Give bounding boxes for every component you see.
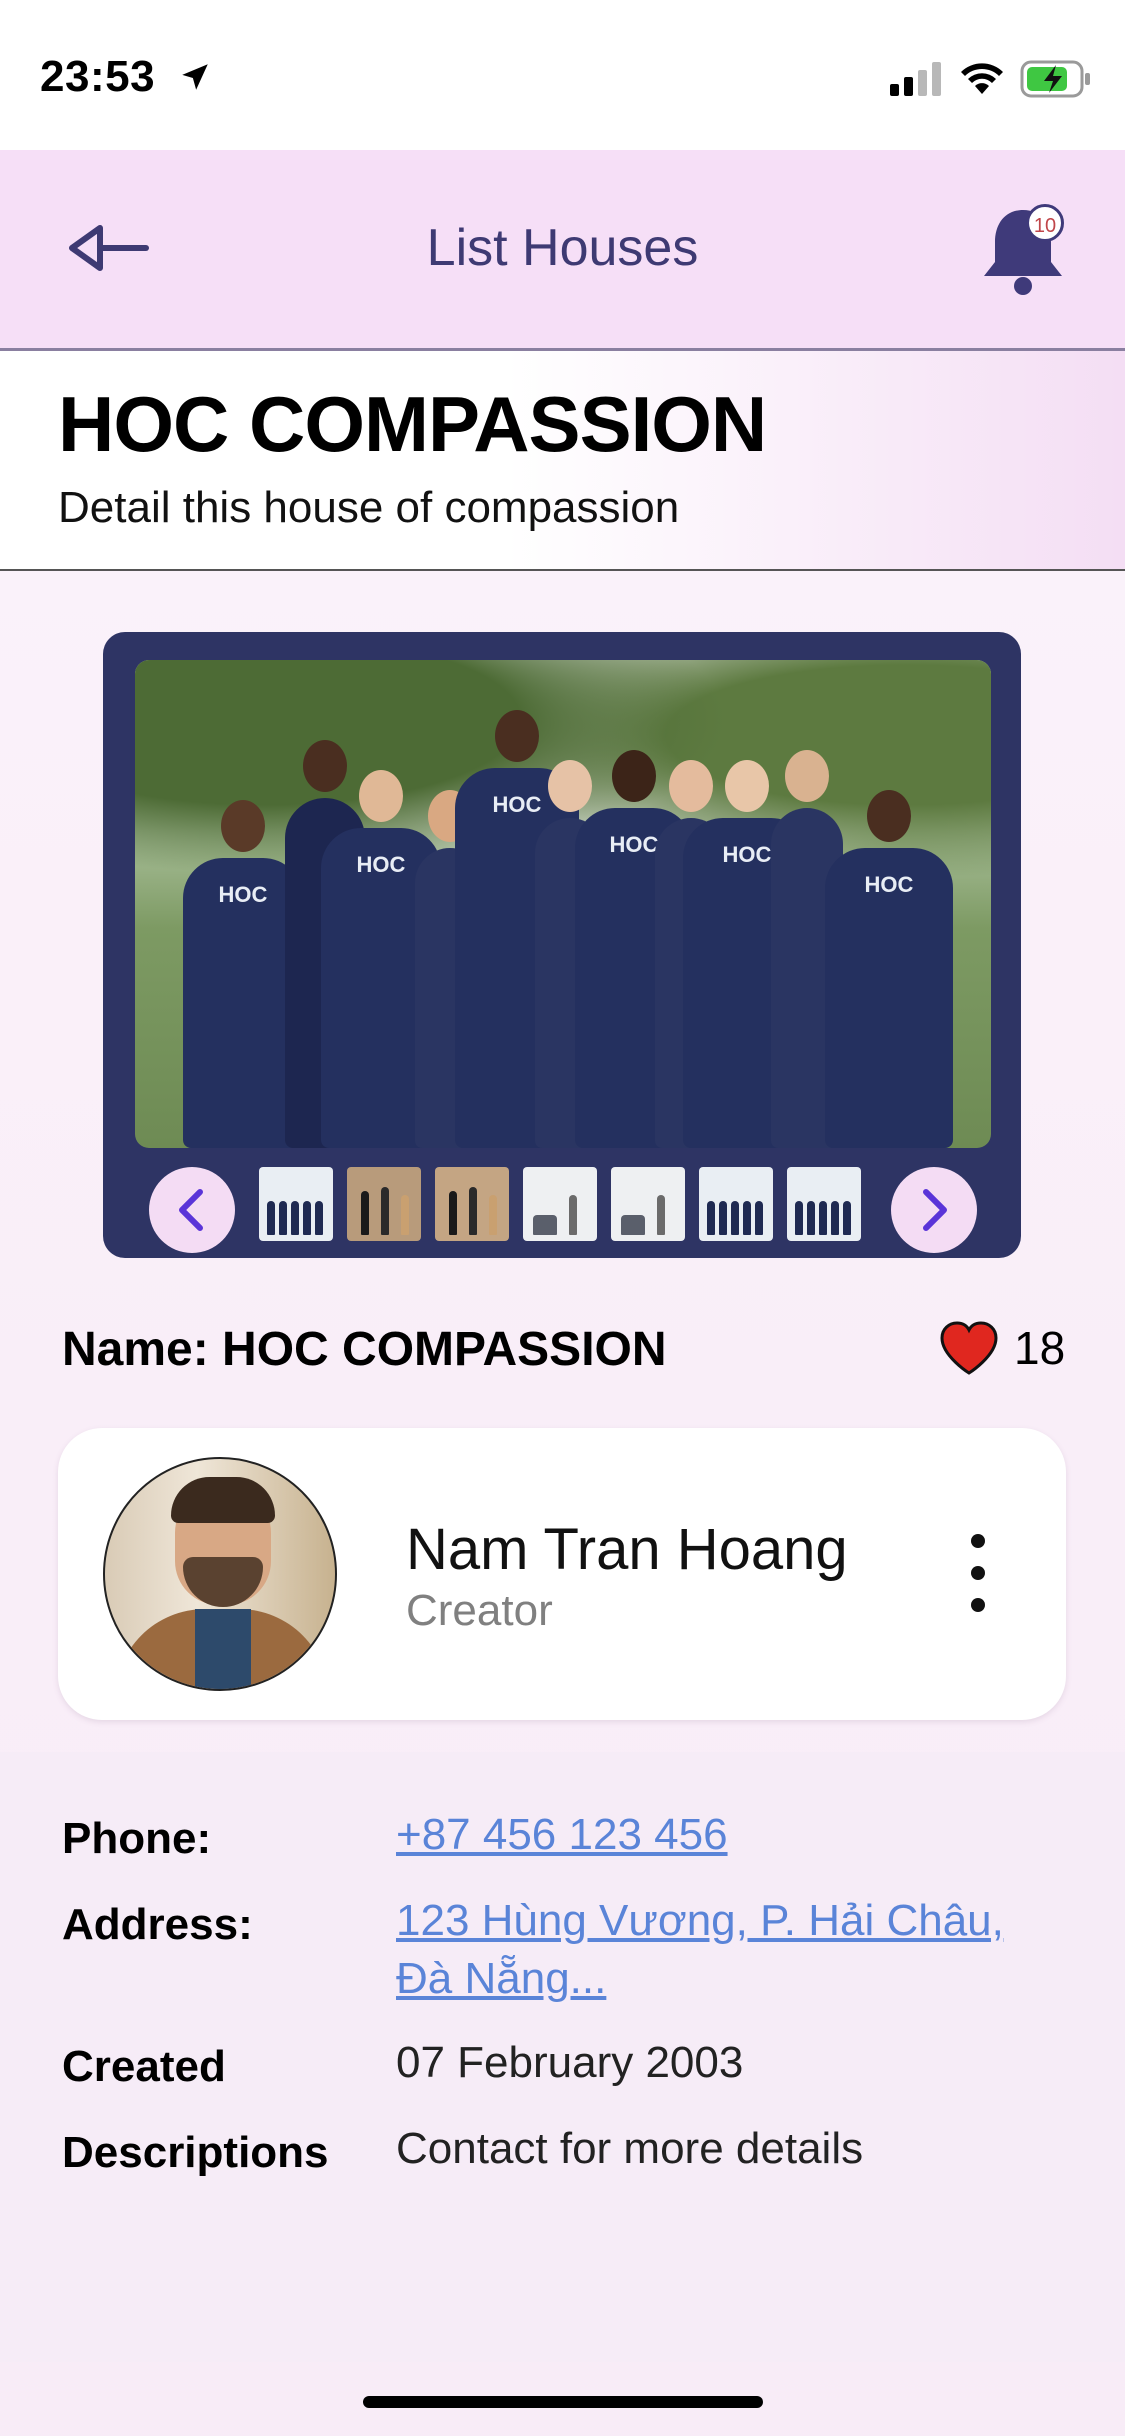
gallery-thumbnail[interactable] <box>259 1167 333 1241</box>
photo-gallery: HOC HOC HOC HOC HOC HOC <box>103 632 1021 1258</box>
page-heading: HOC COMPASSION Detail this house of comp… <box>0 351 1125 571</box>
creator-card[interactable]: Nam Tran Hoang Creator <box>58 1428 1066 1720</box>
app-bar: List Houses 10 <box>0 150 1125 351</box>
gallery-thumbnail[interactable] <box>347 1167 421 1241</box>
heart-icon <box>940 1321 998 1375</box>
more-options-button[interactable] <box>958 1528 998 1618</box>
created-value: 07 February 2003 <box>396 2038 744 2087</box>
notification-badge: 10 <box>1026 204 1064 242</box>
home-indicator[interactable] <box>363 2396 763 2408</box>
gallery-thumbnail[interactable] <box>523 1167 597 1241</box>
chevron-left-icon <box>179 1189 203 1231</box>
phone-link[interactable]: +87 456 123 456 <box>396 1806 1096 1864</box>
notifications-button[interactable]: 10 <box>978 200 1068 300</box>
creator-role: Creator <box>406 1586 553 1635</box>
thumbnail-strip <box>259 1167 861 1247</box>
page-subtitle: Detail this house of compassion <box>58 483 680 532</box>
gallery-thumbnail[interactable] <box>699 1167 773 1241</box>
creator-name: Nam Tran Hoang <box>406 1517 848 1582</box>
descriptions-value: Contact for more details <box>396 2124 864 2173</box>
house-name: Name: HOC COMPASSION <box>62 1323 667 1376</box>
chevron-right-icon <box>923 1189 947 1231</box>
phone-label: Phone: <box>62 1814 212 1863</box>
avatar[interactable] <box>103 1457 337 1691</box>
main-photo[interactable]: HOC HOC HOC HOC HOC HOC <box>135 660 991 1148</box>
more-vertical-icon <box>971 1534 985 1548</box>
like-count: 18 <box>1014 1322 1066 1374</box>
app-bar-title: List Houses <box>426 219 699 277</box>
address-label: Address: <box>62 1900 253 1949</box>
created-label: Created <box>62 2042 226 2091</box>
page-title: HOC COMPASSION <box>58 380 767 468</box>
gallery-next-button[interactable] <box>891 1167 977 1253</box>
battery-charging-icon <box>1020 60 1090 98</box>
gallery-thumbnail[interactable] <box>435 1167 509 1241</box>
like-button[interactable]: 18 <box>938 1320 1065 1376</box>
status-bar: 23:53 <box>0 0 1125 150</box>
gallery-thumbnail[interactable] <box>611 1167 685 1241</box>
status-time: 23:53 <box>40 52 156 101</box>
cellular-signal-icon <box>890 62 941 96</box>
address-link[interactable]: 123 Hùng Vương, P. Hải Châu, Đà Nẵng... <box>396 1892 1056 2008</box>
gallery-thumbnail[interactable] <box>787 1167 861 1241</box>
location-arrow-icon <box>182 64 208 90</box>
gallery-prev-button[interactable] <box>149 1167 235 1253</box>
house-details: Phone: +87 456 123 456 Address: 123 Hùng… <box>0 1752 1125 2362</box>
descriptions-label: Descriptions <box>62 2128 329 2177</box>
photo-person: HOC <box>825 790 953 1148</box>
wifi-icon <box>961 63 1003 94</box>
